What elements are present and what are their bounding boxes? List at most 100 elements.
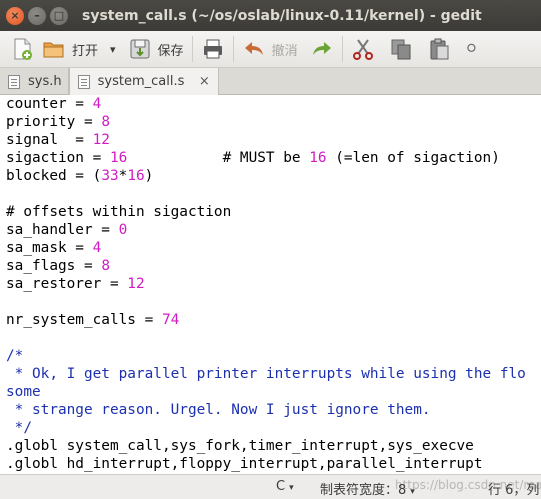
code-text: * [118,168,128,184]
cursor-position: 行 6，列 [488,483,540,498]
code-line[interactable]: .globl hd_interrupt,floppy_interrupt,par… [6,455,541,473]
code-line[interactable] [6,185,541,203]
code-line[interactable]: * Ok, I get parallel printer interrupts … [6,365,541,383]
code-line[interactable]: some [6,383,541,401]
chevron-down-icon: ▾ [410,487,415,497]
code-line[interactable]: nr_system_calls = 74 [6,311,541,329]
comment-text: some [6,384,41,400]
maximize-window-button[interactable]: □ [50,6,68,25]
new-document-icon [14,38,32,60]
comment-text: * strange reason. Urgel. Now I just igno… [6,402,431,418]
recent-files-dropdown[interactable]: ▾ [102,34,124,64]
comment-text: /* [6,348,24,364]
code-line[interactable]: # offsets within sigaction [6,203,541,221]
code-text: sa_mask = [6,240,93,256]
cut-icon [352,39,373,60]
code-line[interactable]: sigaction = 16 # MUST be 16 (=len of sig… [6,149,541,167]
cut-button[interactable] [347,34,379,64]
code-text: ) [144,168,154,184]
window-title: system_call.s (~/os/oslab/linux-0.11/ker… [82,7,482,24]
code-line[interactable]: counter = 4 [6,95,541,113]
language-selector[interactable]: C ▾ [276,479,294,494]
tab-label: sys.h [28,74,62,89]
text-document-icon [77,74,90,89]
code-line[interactable]: sa_handler = 0 [6,221,541,239]
save-icon [130,39,150,59]
text-document-icon [8,74,20,89]
code-text: counter = [6,96,93,112]
code-line[interactable]: blocked = (33*16) [6,167,541,185]
undo-icon [244,42,263,55]
comment-text: */ [6,420,32,436]
number-literal: 8 [101,258,110,274]
code-line[interactable]: */ [6,419,541,437]
paste-button[interactable] [423,34,455,64]
code-line[interactable]: * strange reason. Urgel. Now I just igno… [6,401,541,419]
number-literal: 16 [127,168,145,184]
code-line[interactable]: signal = 12 [6,131,541,149]
search-button[interactable] [461,34,479,64]
number-literal: 33 [101,168,119,184]
number-literal: 8 [101,114,110,130]
toolbar-separator [232,36,234,62]
chevron-down-icon: ▾ [110,42,116,56]
code-text: (=len of sigaction) [326,150,500,166]
number-literal: 4 [92,240,102,256]
code-text: sa_flags = [6,258,102,274]
tab-label: system_call.s [97,74,185,89]
code-view[interactable]: counter = 4 priority = 8 signal = 12 sigact… [0,95,541,473]
redo-button[interactable] [306,34,338,64]
number-literal: 4 [92,96,102,112]
paste-icon [430,38,449,60]
print-button[interactable] [197,34,229,64]
toolbar-separator [341,36,343,62]
code-line[interactable]: sa_restorer = 12 [6,275,541,293]
window-controls: × – □ [6,6,68,25]
code-text: # offsets within sigaction [6,204,232,220]
code-line[interactable] [6,329,541,347]
open-folder-icon [43,42,64,58]
status-bar: https://blog.csdn.net/realfp2 C▾ 制表符宽度：8… [0,474,541,499]
number-literal: 16 [109,150,128,166]
code-text: sa_handler = [6,222,119,238]
code-text: .globl hd_interrupt,floppy_interrupt,par… [6,456,483,472]
save-label: 保存 [157,43,184,59]
number-literal: 0 [118,222,128,238]
code-text: signal = [6,132,93,148]
language-label: C [276,479,286,494]
copy-button[interactable] [385,34,417,64]
code-text: nr_system_calls = [6,312,162,328]
comment-text: * Ok, I get parallel printer interrupts … [6,366,526,382]
code-line[interactable]: sa_flags = 8 [6,257,541,275]
tab-system-call-s[interactable]: system_call.s × [68,68,220,95]
code-text: sa_restorer = [6,276,128,292]
undo-button[interactable]: 撤消 [238,34,302,64]
minimize-window-button[interactable]: – [28,6,46,25]
copy-icon [391,39,411,60]
tab-width-selector[interactable]: 制表符宽度：8 ▾ [320,479,415,498]
code-text: priority = [6,114,102,130]
code-text: # MUST be [127,150,310,166]
undo-label: 撤消 [271,43,298,59]
search-icon [466,43,476,52]
number-literal: 12 [92,132,110,148]
redo-icon [312,42,331,55]
code-line[interactable]: .globl system_call,sys_fork,timer_interr… [6,437,541,455]
code-line[interactable] [6,293,541,311]
code-line[interactable]: priority = 8 [6,113,541,131]
close-window-button[interactable]: × [6,6,24,25]
new-button[interactable] [6,34,38,64]
toolbar: 打开 ▾ 保存 撤消 [0,31,541,68]
code-line[interactable]: /* [6,347,541,365]
number-literal: 16 [309,150,327,166]
code-text: .globl system_call,sys_fork,timer_interr… [6,438,474,454]
code-line[interactable]: sa_mask = 4 [6,239,541,257]
number-literal: 74 [161,312,180,328]
save-button[interactable]: 保存 [124,34,188,64]
text-editor[interactable]: counter = 4 priority = 8 signal = 12 sigact… [0,95,541,474]
chevron-down-icon: ▾ [289,483,294,493]
close-tab-icon[interactable]: × [196,74,212,90]
tab-sys-h[interactable]: sys.h [0,68,69,95]
toolbar-separator [191,36,193,62]
open-button[interactable]: 打开 [38,34,102,64]
